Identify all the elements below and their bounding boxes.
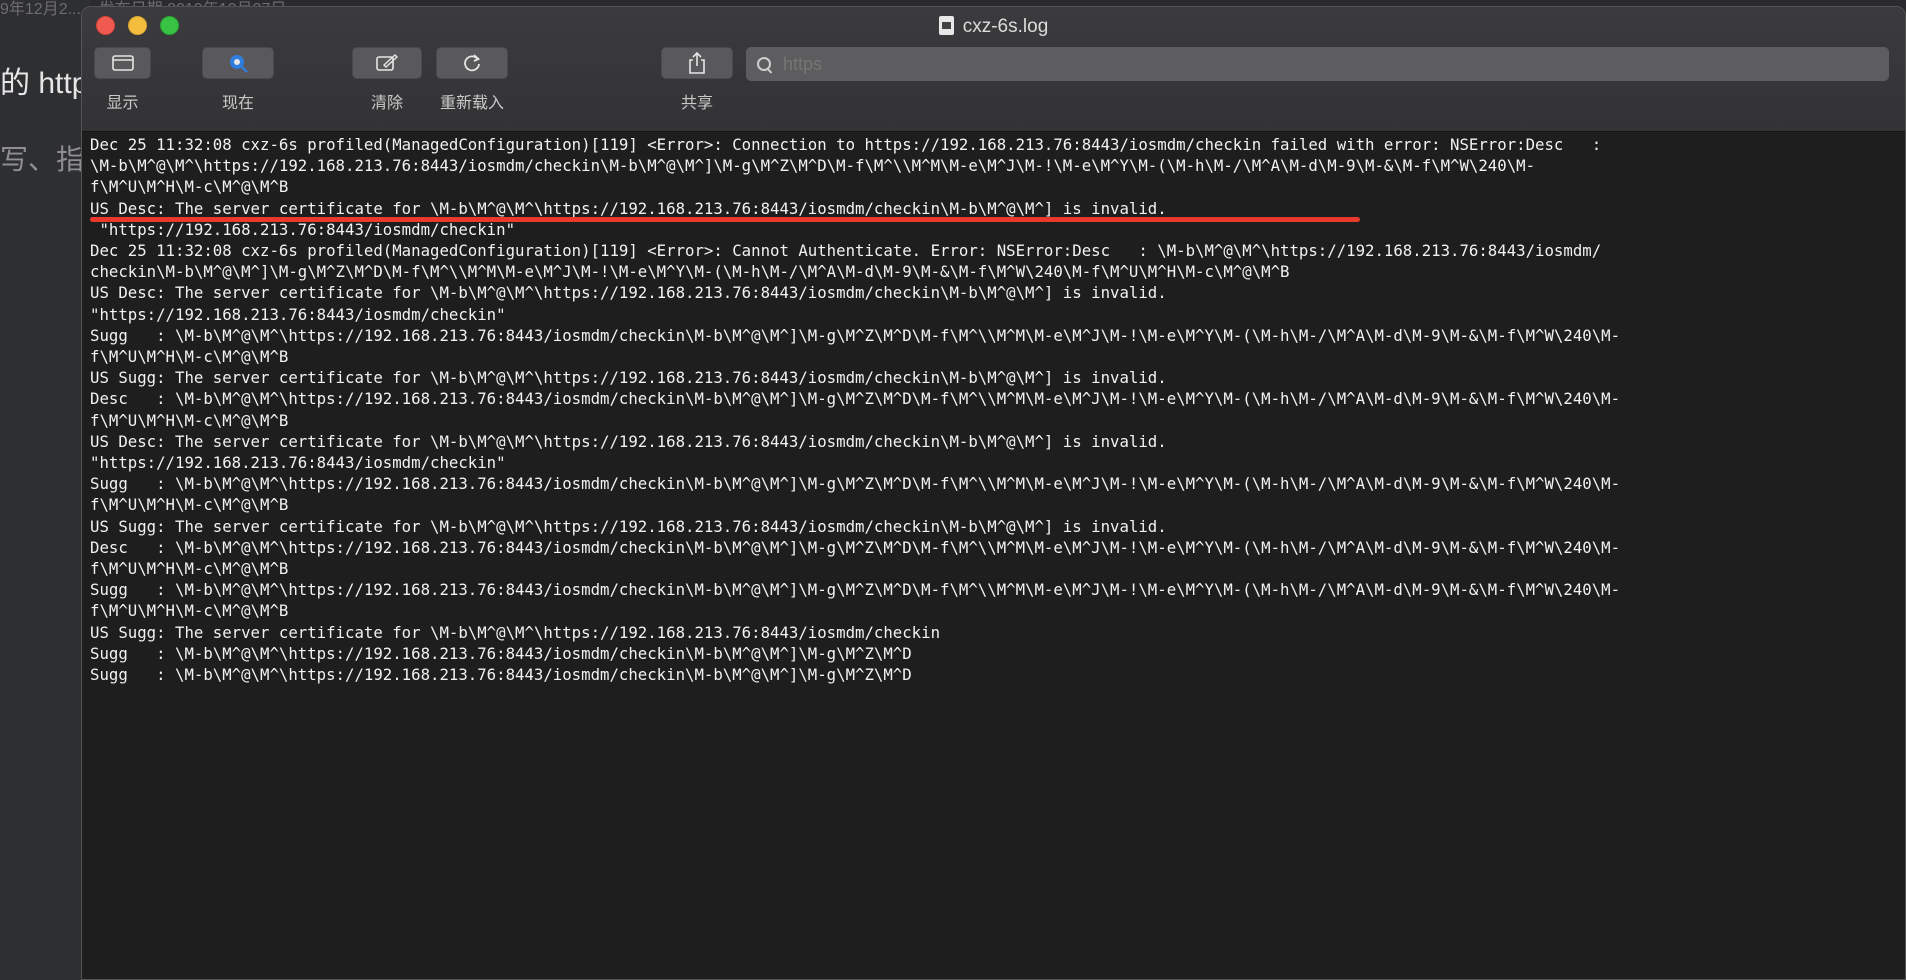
- log-file-icon: [938, 16, 954, 35]
- share-button[interactable]: 共享: [661, 47, 733, 113]
- log-line: f\M^U\M^H\M-c\M^@\M^B: [90, 410, 289, 430]
- reload-icon: [464, 54, 481, 72]
- search-input[interactable]: [781, 52, 1865, 76]
- log-line: f\M^U\M^H\M-c\M^@\M^B: [90, 559, 289, 579]
- window-title-text: cxz-6s.log: [962, 16, 1049, 37]
- log-line: US Sugg: The server certificate for \M-b…: [90, 516, 1167, 536]
- now-icon: [230, 55, 248, 73]
- log-line: US Desc: The server certificate for \M-b…: [90, 283, 1167, 303]
- sidebar-icon: [111, 55, 134, 71]
- log-line: Sugg : \M-b\M^@\M^\https://192.168.213.7…: [90, 643, 912, 663]
- log-line: Sugg : \M-b\M^@\M^\https://192.168.213.7…: [90, 665, 912, 685]
- reload-button-label: 重新载入: [439, 95, 504, 112]
- background-text-line-1: 的 http: [0, 67, 89, 100]
- console-window: cxz-6s.log 显示 现在 清除 重新载入 共享 https Dec 25…: [81, 6, 1906, 980]
- log-line: US Sugg: The server certificate for \M-b…: [90, 622, 941, 642]
- window-titlebar: cxz-6s.log 显示 现在 清除 重新载入 共享 https: [82, 7, 1905, 132]
- log-line: US Desc: The server certificate for \M-b…: [90, 198, 1167, 218]
- log-line: f\M^U\M^H\M-c\M^@\M^B: [90, 347, 289, 367]
- log-line: Dec 25 11:32:08 cxz-6s profiled(ManagedC…: [90, 241, 1602, 261]
- reload-button[interactable]: 重新载入: [436, 47, 508, 113]
- log-line: f\M^U\M^H\M-c\M^@\M^B: [90, 495, 289, 515]
- background-document: 9年12月2... ...发布日期 2019年12月27日 的 http 写、指: [0, 0, 286, 980]
- log-line: \M-b\M^@\M^\https://192.168.213.76:8443/…: [90, 156, 1536, 176]
- log-line: Desc : \M-b\M^@\M^\https://192.168.213.7…: [90, 389, 1621, 409]
- log-content[interactable]: Dec 25 11:32:08 cxz-6s profiled(ManagedC…: [82, 132, 1905, 685]
- background-text-line-2: 写、指: [0, 144, 85, 175]
- log-line: f\M^U\M^H\M-c\M^@\M^B: [90, 177, 289, 197]
- clear-button-label: 清除: [370, 95, 403, 112]
- clear-button[interactable]: 清除: [352, 47, 422, 113]
- log-line: Desc : \M-b\M^@\M^\https://192.168.213.7…: [90, 537, 1621, 557]
- show-button[interactable]: 显示: [94, 47, 151, 113]
- clear-icon: [376, 54, 399, 71]
- share-button-label: 共享: [680, 95, 713, 112]
- log-line: f\M^U\M^H\M-c\M^@\M^B: [90, 601, 289, 621]
- log-line: "https://192.168.213.76:8443/iosmdm/chec…: [90, 304, 506, 324]
- now-button[interactable]: 现在: [202, 47, 274, 113]
- window-title: cxz-6s.log: [82, 15, 1905, 39]
- log-line: "https://192.168.213.76:8443/iosmdm/chec…: [90, 453, 506, 473]
- log-line: Sugg : \M-b\M^@\M^\https://192.168.213.7…: [90, 474, 1621, 494]
- log-line: Sugg : \M-b\M^@\M^\https://192.168.213.7…: [90, 580, 1621, 600]
- log-line: Sugg : \M-b\M^@\M^\https://192.168.213.7…: [90, 325, 1621, 345]
- highlight-underline: [90, 217, 1360, 222]
- show-button-label: 显示: [106, 95, 139, 112]
- log-line: US Desc: The server certificate for \M-b…: [90, 431, 1167, 451]
- share-icon: [689, 52, 705, 74]
- search-icon: [757, 56, 772, 72]
- log-line: checkin\M-b\M^@\M^]\M-g\M^Z\M^D\M-f\M^\\…: [90, 262, 1290, 282]
- log-line: US Sugg: The server certificate for \M-b…: [90, 368, 1167, 388]
- search-field[interactable]: [746, 47, 1889, 81]
- log-line: Dec 25 11:32:08 cxz-6s profiled(ManagedC…: [90, 135, 1602, 154]
- now-button-label: 现在: [221, 95, 254, 112]
